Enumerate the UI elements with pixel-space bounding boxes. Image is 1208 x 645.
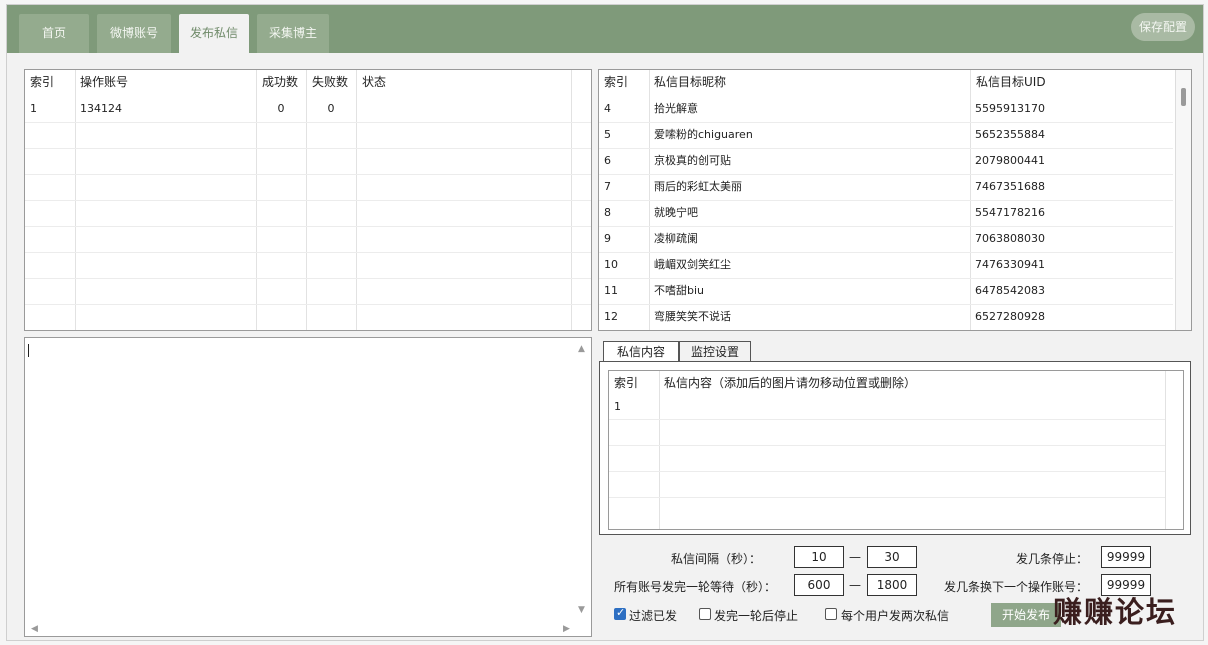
status-cell bbox=[356, 96, 556, 122]
tab-send-dm[interactable]: 发布私信 bbox=[179, 14, 249, 53]
stop-after-round-checkbox[interactable] bbox=[699, 608, 711, 620]
table-row[interactable]: 11 bbox=[599, 278, 618, 304]
interval-max-input[interactable]: 30 bbox=[867, 546, 917, 568]
target-nickname: 雨后的彩虹太美丽 bbox=[654, 180, 742, 193]
table-row[interactable]: 9 bbox=[599, 226, 611, 252]
filter-sent-label: 过滤已发 bbox=[629, 609, 678, 623]
round-wait-label: 所有账号发完一轮等待（秒）： bbox=[614, 580, 777, 594]
header-dm-content: 私信内容（添加后的图片请勿移动位置或删除） bbox=[664, 376, 917, 390]
filter-sent-checkbox[interactable] bbox=[614, 606, 626, 620]
target-nickname: 不嗜甜biu bbox=[654, 284, 705, 297]
scroll-right-icon[interactable]: ▶ bbox=[563, 625, 570, 634]
table-row[interactable]: 1 bbox=[25, 96, 75, 122]
subtab-monitor-settings[interactable]: 监控设置 bbox=[679, 341, 751, 363]
header-account: 操作账号 bbox=[80, 75, 129, 89]
scroll-up-icon[interactable]: ▲ bbox=[578, 345, 585, 354]
table-row[interactable]: 6 bbox=[599, 148, 611, 174]
target-nickname: 凌柳疏阑 bbox=[654, 232, 698, 245]
header-index: 索引 bbox=[604, 75, 629, 89]
text-cursor bbox=[28, 344, 29, 357]
table-row[interactable]: 12 bbox=[599, 304, 618, 330]
header-fail: 失败数 bbox=[312, 75, 349, 89]
round-wait-max-input[interactable]: 1800 bbox=[867, 574, 917, 596]
scroll-left-icon[interactable]: ◀ bbox=[31, 625, 38, 634]
header-success: 成功数 bbox=[262, 75, 299, 89]
success-cell: 0 bbox=[277, 102, 285, 115]
account-cell: 134124 bbox=[80, 102, 122, 115]
tab-collect-bloggers[interactable]: 采集博主 bbox=[257, 14, 329, 53]
scroll-down-icon[interactable]: ▼ bbox=[578, 606, 585, 615]
top-nav-bar: 首页 微博账号 发布私信 采集博主 保存配置 bbox=[7, 5, 1203, 53]
header-status: 状态 bbox=[362, 75, 387, 89]
table-row[interactable]: 8 bbox=[599, 200, 611, 226]
table-row[interactable]: 5 bbox=[599, 122, 611, 148]
table-row[interactable]: 1 bbox=[609, 394, 621, 420]
range-dash: — bbox=[849, 578, 861, 592]
target-nickname: 爱嗦粉的chiguaren bbox=[654, 128, 753, 141]
scroll-thumb[interactable] bbox=[1181, 88, 1186, 106]
stop-after-label: 发几条停止： bbox=[1016, 552, 1089, 566]
start-publish-button[interactable]: 开始发布 bbox=[991, 603, 1061, 627]
accounts-table: 索引 操作账号 成功数 失败数 状态 1 134124 0 0 bbox=[24, 69, 592, 331]
watermark: 赚赚论坛 bbox=[1053, 595, 1178, 629]
header-index: 索引 bbox=[614, 376, 639, 390]
target-uid: 2079800441 bbox=[975, 154, 1045, 167]
table-row[interactable]: 10 bbox=[599, 252, 618, 278]
send-twice-label: 每个用户发两次私信 bbox=[841, 609, 950, 623]
interval-label: 私信间隔（秒）： bbox=[671, 552, 762, 566]
target-uid: 7476330941 bbox=[975, 258, 1045, 271]
target-uid: 6527280928 bbox=[975, 310, 1045, 323]
target-nickname: 就晚宁吧 bbox=[654, 206, 698, 219]
dm-content-table: 索引 私信内容（添加后的图片请勿移动位置或删除） 1 bbox=[608, 370, 1184, 530]
table-row[interactable]: 7 bbox=[599, 174, 611, 200]
round-wait-min-input[interactable]: 600 bbox=[794, 574, 844, 596]
target-nickname: 弯腰笑笑不说话 bbox=[654, 310, 731, 323]
header-target-nickname: 私信目标昵称 bbox=[654, 75, 727, 89]
dm-content-cell bbox=[659, 394, 664, 420]
header-target-uid: 私信目标UID bbox=[976, 75, 1046, 89]
fail-cell: 0 bbox=[327, 102, 335, 115]
send-twice-checkbox[interactable] bbox=[825, 608, 837, 620]
log-textarea[interactable]: ▲ ▼ ◀ ▶ bbox=[24, 337, 592, 637]
targets-scrollbar[interactable] bbox=[1175, 70, 1191, 330]
app-window: 首页 微博账号 发布私信 采集博主 保存配置 索引 操作账号 成功数 失败数 状… bbox=[6, 4, 1204, 641]
target-nickname: 峨嵋双剑笑红尘 bbox=[654, 258, 731, 271]
target-uid: 7467351688 bbox=[975, 180, 1045, 193]
stop-after-input[interactable]: 99999 bbox=[1101, 546, 1151, 568]
target-uid: 7063808030 bbox=[975, 232, 1045, 245]
dm-targets-table: 索引 私信目标昵称 私信目标UID 4 拾光解意 5595913170 5 爱嗦… bbox=[598, 69, 1192, 331]
save-config-button[interactable]: 保存配置 bbox=[1131, 13, 1195, 41]
header-index: 索引 bbox=[30, 75, 55, 89]
tab-home[interactable]: 首页 bbox=[19, 14, 89, 53]
interval-min-input[interactable]: 10 bbox=[794, 546, 844, 568]
target-uid: 5652355884 bbox=[975, 128, 1045, 141]
subtab-dm-content[interactable]: 私信内容 bbox=[603, 341, 679, 363]
target-uid: 5595913170 bbox=[975, 102, 1045, 115]
tab-weibo-accounts[interactable]: 微博账号 bbox=[97, 14, 171, 53]
range-dash: — bbox=[849, 550, 861, 564]
target-uid: 6478542083 bbox=[975, 284, 1045, 297]
table-row[interactable]: 4 bbox=[599, 96, 611, 122]
target-nickname: 京极真的创可贴 bbox=[654, 154, 731, 167]
target-nickname: 拾光解意 bbox=[654, 102, 698, 115]
stop-after-round-label: 发完一轮后停止 bbox=[714, 609, 799, 623]
dm-content-panel: 索引 私信内容（添加后的图片请勿移动位置或删除） 1 bbox=[599, 361, 1191, 535]
target-uid: 5547178216 bbox=[975, 206, 1045, 219]
